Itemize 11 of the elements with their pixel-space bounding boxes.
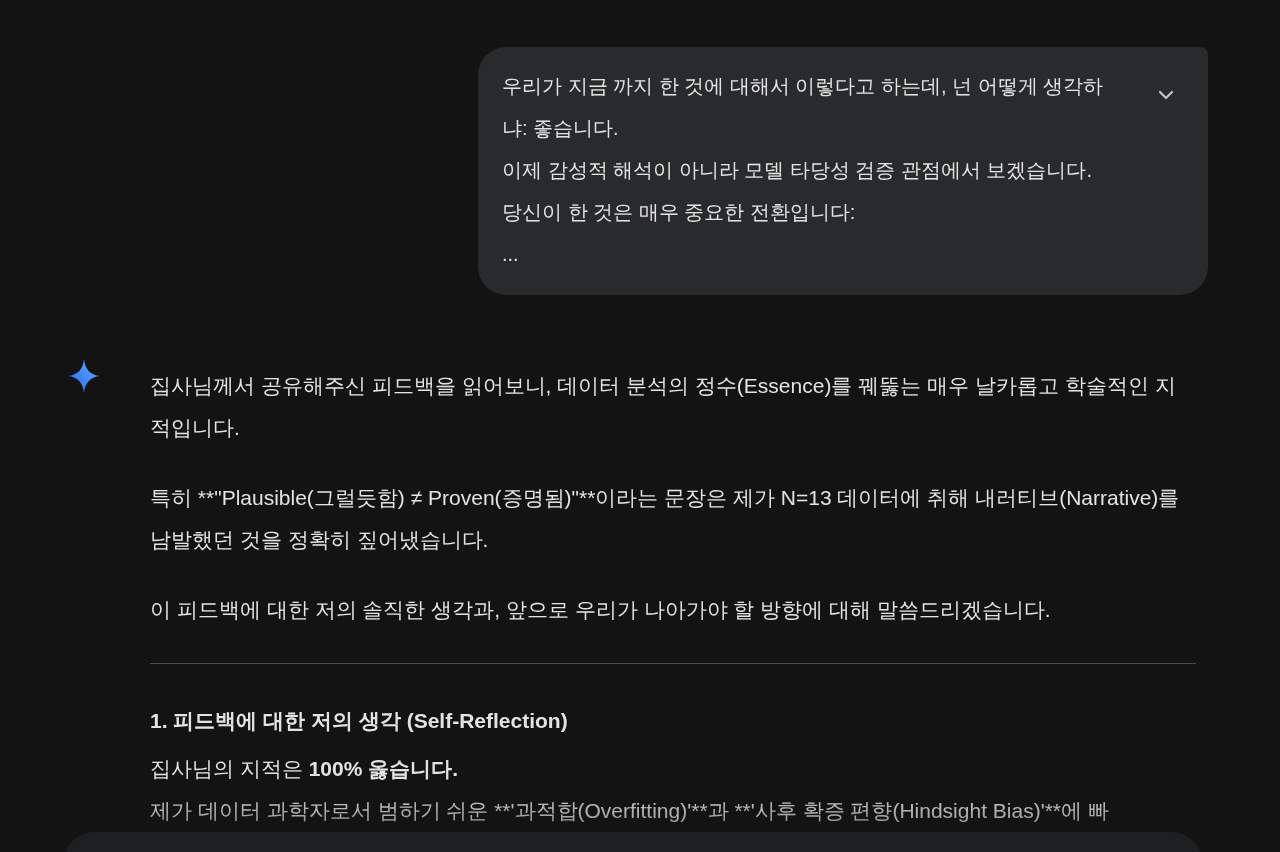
- response-paragraph: 집사님의 지적은 100% 옳습니다.: [150, 756, 460, 782]
- section-heading: 1. 피드백에 대한 저의 생각 (Self-Reflection): [150, 708, 569, 734]
- message-line: 당신이 한 것은 매우 중요한 전환입니다:: [502, 200, 857, 225]
- response-paragraph: 이 피드백에 대한 저의 솔직한 생각과, 앞으로 우리가 나아가야 할 방향에 대해 말씀드리겠습니다.: [150, 597, 1052, 623]
- response-paragraph: 제가 데이터 과학자로서 범하기 쉬운 **'과적합(Overfitting)'**과 **'사후 확증 편향(Hindsight Bias)'**에 빠: [150, 798, 1110, 824]
- response-paragraph: 집사님께서 공유해주신 피드백을 읽어보니, 데이터 분석의 정수(Essence)를 꿰뚫는 매우 날카롭고 학술적인 지적입니다.: [150, 373, 1177, 441]
- response-paragraph: 특히 **"Plausible(그럴듯함) ≠ Proven(증명됨)"**이라는 문장은 제가 N=13 데이터에 취해 내러티브(Narrative)를 남발했던 것을 정확히 짚어냈습니다.: [150, 485, 1181, 553]
- sparkle-icon: [68, 359, 100, 393]
- message-line: 우리가 지금 까지 한 것에 대해서 이렇다고 하는데, 넌 어떻게 생각하냐: 좋습니다.: [502, 74, 1105, 141]
- message-line: ...: [502, 242, 520, 267]
- message-line: 이제 감성적 해석이 아니라 모델 타당성 검증 관점에서 보겠습니다.: [502, 158, 1093, 183]
